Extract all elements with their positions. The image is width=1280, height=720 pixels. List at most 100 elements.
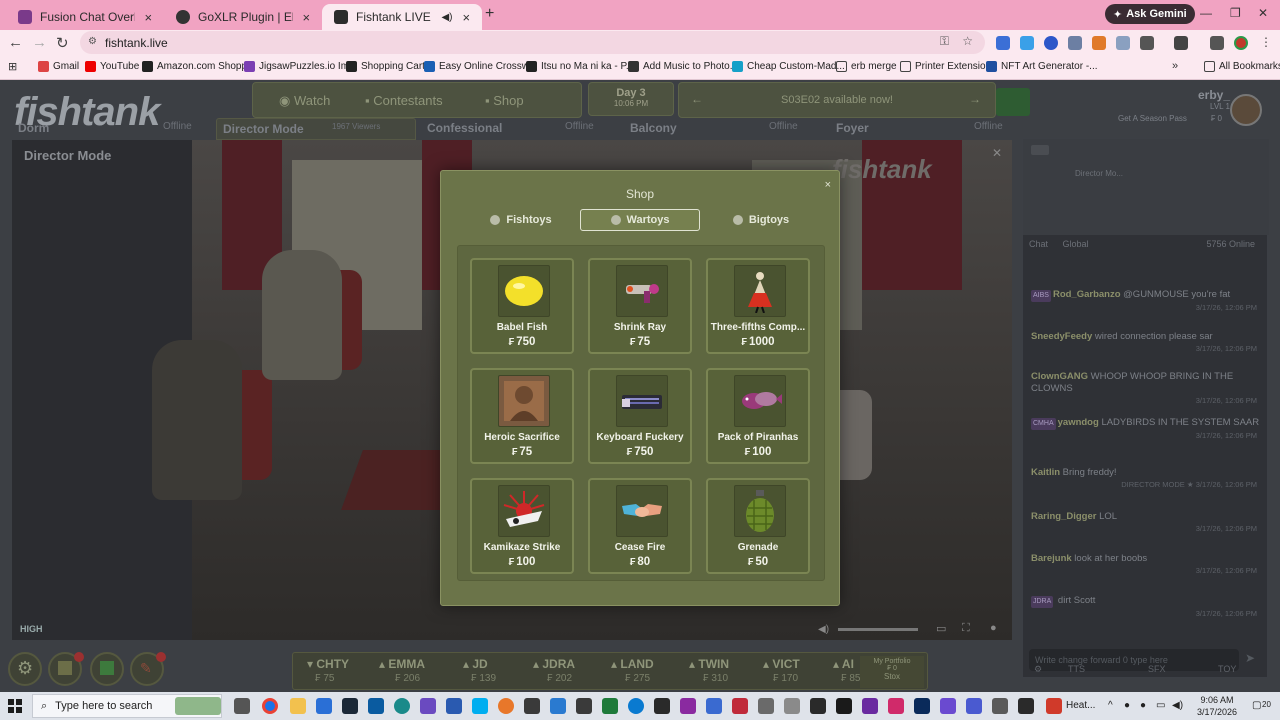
settings-dot-icon[interactable]: ●	[990, 622, 997, 634]
app-icon[interactable]	[472, 698, 488, 714]
network-icon[interactable]: ▭	[1156, 700, 1165, 711]
app-icon[interactable]	[576, 698, 592, 714]
app-icon[interactable]	[810, 698, 826, 714]
chat-username[interactable]: yawndog	[1058, 417, 1099, 428]
windows-start-icon[interactable]	[8, 699, 22, 713]
browser-tab-fishtank[interactable]: Fishtank LIVE ◀) ×	[322, 4, 482, 30]
shop-item-kamikaze-strike[interactable]: Kamikaze Strike ₣ 100	[470, 478, 574, 574]
close-icon[interactable]: ✕	[992, 146, 1002, 160]
extension-icon[interactable]	[1044, 36, 1058, 50]
extensions-puzzle-icon[interactable]	[1140, 36, 1154, 50]
app-icon[interactable]	[680, 698, 696, 714]
toy-button[interactable]: TOY	[1218, 664, 1236, 674]
chevron-right-icon[interactable]: »	[1172, 60, 1178, 72]
extension-icon[interactable]	[1020, 36, 1034, 50]
password-key-icon[interactable]: ⚿	[940, 34, 949, 49]
new-tab-button[interactable]: +	[485, 5, 494, 23]
app-icon[interactable]	[784, 698, 800, 714]
chat-username[interactable]: Raring_Digger	[1031, 511, 1096, 522]
chat-username[interactable]: SneedyFeedy	[1031, 331, 1092, 342]
shop-item-three-fifths[interactable]: Three-fifths Comp... ₣ 1000	[706, 258, 810, 354]
pip-icon[interactable]: ▭	[936, 622, 946, 635]
url-text[interactable]: fishtank.live	[105, 36, 168, 50]
camera-tab-dorm[interactable]: Dorm Offline	[18, 118, 216, 140]
shop-item-pack-of-piranhas[interactable]: Pack of Piranhas ₣ 100	[706, 368, 810, 464]
portfolio-box[interactable]: My Portfolio ₣ 0 Stox	[860, 656, 924, 688]
media-controls-icon[interactable]	[1210, 36, 1224, 50]
chat-collapse-icon[interactable]	[1031, 145, 1049, 155]
ask-gemini-button[interactable]: ✦ Ask Gemini	[1105, 4, 1195, 24]
terminal-icon[interactable]	[836, 698, 852, 714]
fullscreen-icon[interactable]: ⛶	[962, 622, 970, 635]
firefox-icon[interactable]	[498, 698, 514, 714]
ticker-item[interactable]: ▴ JD ₣ 139	[463, 657, 496, 684]
chrome-icon[interactable]	[262, 698, 278, 714]
ticker-item[interactable]: ▴ AI ₣ 85	[833, 657, 860, 684]
app-icon[interactable]	[706, 698, 722, 714]
user-info[interactable]: erby_ LVL 1 Get A Season Pass ₣ 0	[1110, 88, 1230, 123]
bookmark-amazon[interactable]: Amazon.com Shopp...	[142, 61, 255, 72]
browser-tab-fusion[interactable]: Fusion Chat Overlay ×	[6, 4, 164, 30]
camera-tab-balcony[interactable]: Balcony Offline	[630, 118, 800, 140]
bookmark-crossword[interactable]: Easy Online Crossw...	[424, 61, 537, 72]
app-icon[interactable]	[862, 698, 878, 714]
close-icon[interactable]: ×	[825, 179, 831, 191]
camera-tab-confessional[interactable]: Confessional Offline	[427, 118, 597, 140]
extension-icon[interactable]	[1068, 36, 1082, 50]
app-icon[interactable]	[732, 698, 748, 714]
omnibox[interactable]: ⚙ fishtank.live ⚿ ☆	[80, 31, 985, 54]
bookmark-printer[interactable]: Printer Extension	[900, 61, 991, 72]
menu-kebab-icon[interactable]: ⋮	[1260, 35, 1272, 49]
app-icon[interactable]	[992, 698, 1008, 714]
chat-username[interactable]: ClownGANG	[1031, 371, 1088, 382]
app-icon[interactable]	[966, 698, 982, 714]
extension-icon[interactable]	[1116, 36, 1130, 50]
sidepanel-icon[interactable]	[1174, 36, 1188, 50]
ticker-item[interactable]: ▴ LAND ₣ 275	[611, 657, 654, 684]
bookmark-itsu[interactable]: Itsu no Ma ni ka - P...	[526, 61, 634, 72]
app-icon[interactable]	[654, 698, 670, 714]
bookmark-custom[interactable]: Cheap Custom-Mad...	[732, 61, 845, 72]
bookmark-nft[interactable]: NFT Art Generator -...	[986, 61, 1098, 72]
app-icon[interactable]	[394, 698, 410, 714]
volume-icon[interactable]: ◀)	[1172, 700, 1183, 711]
app-icon[interactable]	[758, 698, 774, 714]
close-window-icon[interactable]: ✕	[1258, 6, 1268, 20]
camera-tab-foyer[interactable]: Foyer Offline	[836, 118, 1006, 140]
tray-chevron-icon[interactable]: ^	[1108, 700, 1113, 711]
bookmark-add-music[interactable]: Add Music to Photo...	[628, 61, 738, 72]
nav-watch[interactable]: ◉ Watch	[279, 93, 330, 109]
chat-username[interactable]: Rod_Garbanzo	[1053, 289, 1121, 300]
site-info-icon[interactable]: ⚙	[88, 36, 97, 47]
browser-tab-goxlr[interactable]: GoXLR Plugin | Elgato Marketp... ×	[164, 4, 322, 30]
shop-item-shrink-ray[interactable]: Shrink Ray ₣ 75	[588, 258, 692, 354]
all-bookmarks[interactable]: All Bookmarks	[1204, 61, 1280, 72]
apps-grid-icon[interactable]: ⊞	[8, 60, 17, 73]
ticker-item[interactable]: ▴ JDRA ₣ 202	[533, 657, 575, 684]
steam-icon[interactable]	[342, 698, 358, 714]
minimize-icon[interactable]: —	[1200, 6, 1212, 20]
app-icon[interactable]	[888, 698, 904, 714]
back-icon[interactable]: ←	[8, 34, 23, 51]
volume-icon[interactable]: ◀)	[818, 624, 829, 635]
photoshop-icon[interactable]	[914, 698, 930, 714]
ticker-item[interactable]: ▴ EMMA ₣ 206	[379, 657, 425, 684]
extension-icon[interactable]	[996, 36, 1010, 50]
close-tab-icon[interactable]: ×	[301, 10, 313, 25]
store-icon[interactable]	[316, 698, 332, 714]
audio-playing-icon[interactable]: ◀)	[441, 12, 452, 23]
nav-shop[interactable]: ▪ Shop	[485, 93, 524, 108]
tab-global[interactable]: Global	[1063, 239, 1089, 249]
shop-button[interactable]	[90, 652, 124, 686]
excel-icon[interactable]	[602, 698, 618, 714]
arrow-right-icon[interactable]: →	[969, 92, 981, 106]
tab-bigtoys[interactable]: Bigtoys	[701, 209, 821, 231]
shop-item-cease-fire[interactable]: Cease Fire ₣ 80	[588, 478, 692, 574]
announcement-text[interactable]: S03E02 available now!	[679, 94, 995, 106]
sfx-button[interactable]: SFX	[1148, 664, 1166, 674]
restore-icon[interactable]: ❐	[1230, 6, 1241, 20]
task-view-icon[interactable]	[234, 698, 250, 714]
settings-icon[interactable]: ⚙	[1034, 664, 1042, 675]
season-badge[interactable]	[996, 88, 1030, 116]
nav-contestants[interactable]: ▪ Contestants	[365, 93, 443, 108]
